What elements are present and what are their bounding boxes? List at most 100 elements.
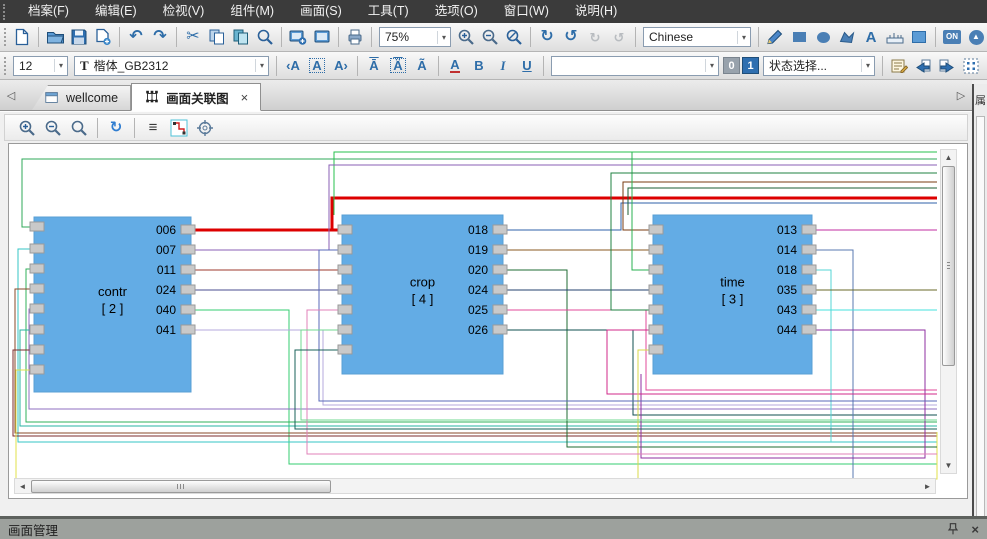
output-pin[interactable] (802, 245, 816, 254)
input-pin[interactable] (338, 325, 352, 334)
scroll-right-button[interactable]: ► (920, 479, 935, 494)
node-link-view-button[interactable] (167, 116, 191, 140)
zoom-out-button[interactable] (478, 25, 502, 49)
input-pin[interactable] (30, 304, 44, 313)
right-dock-strip[interactable]: 属 (972, 84, 987, 519)
pump-component-button[interactable]: ▲ (964, 25, 987, 49)
apply-to-screen-button[interactable] (983, 54, 987, 78)
underline-button[interactable]: U (515, 54, 539, 78)
input-pin[interactable] (338, 265, 352, 274)
ellipse-tool-button[interactable] (811, 25, 835, 49)
relationship-canvas[interactable]: 006007011024040041contr[ 2 ]018019020024… (8, 143, 968, 499)
input-pin[interactable] (649, 285, 663, 294)
text-content-combobox[interactable]: ▾ (551, 56, 719, 76)
font-color-button[interactable]: A (443, 54, 467, 78)
next-state-button[interactable] (935, 54, 959, 78)
input-pin[interactable] (338, 305, 352, 314)
panel-close-button[interactable]: × (971, 522, 979, 537)
previous-state-button[interactable] (911, 54, 935, 78)
polygon-tool-button[interactable] (835, 25, 859, 49)
state-selector-combobox[interactable]: 状态选择... ▾ (763, 56, 875, 76)
italic-button[interactable]: I (491, 54, 515, 78)
scroll-up-button[interactable]: ▲ (941, 150, 956, 165)
input-pin[interactable] (649, 225, 663, 234)
bit-lamp-button[interactable]: ON (940, 25, 964, 49)
find-button[interactable] (253, 25, 277, 49)
input-pin[interactable] (30, 222, 44, 231)
text-tool-button[interactable]: A (859, 25, 883, 49)
rectangle-tool-button[interactable] (787, 25, 811, 49)
diagram-zoom-in-button[interactable] (15, 116, 39, 140)
open-file-button[interactable] (43, 25, 67, 49)
zoom-level-combobox[interactable]: 75% ▾ (379, 27, 451, 47)
scroll-left-button[interactable]: ◄ (15, 479, 30, 494)
rotate-ccw-button[interactable]: ↺ (559, 25, 583, 49)
menu-screen[interactable]: 画面(S) (287, 0, 355, 23)
output-pin[interactable] (181, 305, 195, 314)
pin-icon[interactable] (945, 521, 961, 537)
input-pin[interactable] (30, 284, 44, 293)
save-button[interactable] (67, 25, 91, 49)
output-pin[interactable] (802, 325, 816, 334)
redo-button[interactable]: ↷ (148, 25, 172, 49)
font-family-combobox[interactable]: T 楷体_GB2312 ▾ (74, 56, 269, 76)
input-pin[interactable] (30, 345, 44, 354)
output-pin[interactable] (493, 225, 507, 234)
layout-lines-button[interactable]: ≡ (141, 116, 165, 140)
zoom-reset-button[interactable] (502, 25, 526, 49)
grid-snap-button[interactable] (959, 54, 983, 78)
tab-scroll-right-button[interactable]: ▷ (954, 89, 968, 102)
input-pin[interactable] (338, 345, 352, 354)
output-pin[interactable] (493, 245, 507, 254)
diagram-zoom-out-button[interactable] (41, 116, 65, 140)
input-pin[interactable] (338, 285, 352, 294)
language-combobox[interactable]: Chinese ▾ (643, 27, 751, 47)
output-pin[interactable] (493, 325, 507, 334)
open-screen-button[interactable] (310, 25, 334, 49)
input-pin[interactable] (30, 325, 44, 334)
input-pin[interactable] (338, 245, 352, 254)
hspacing-decrease-button[interactable]: ‹A (281, 54, 305, 78)
menu-window[interactable]: 窗口(W) (491, 0, 562, 23)
menubar-grip[interactable] (3, 4, 9, 20)
tab-wellcome[interactable]: wellcome (32, 85, 131, 110)
output-pin[interactable] (802, 265, 816, 274)
output-pin[interactable] (802, 225, 816, 234)
scroll-down-button[interactable]: ▼ (941, 458, 956, 473)
input-pin[interactable] (649, 305, 663, 314)
tab-close-button[interactable]: × (241, 90, 249, 105)
diagram-zoom-button[interactable] (67, 116, 91, 140)
output-pin[interactable] (181, 245, 195, 254)
scale-tool-button[interactable] (883, 25, 907, 49)
copy-button[interactable] (205, 25, 229, 49)
input-pin[interactable] (338, 225, 352, 234)
menu-help[interactable]: 说明(H) (562, 0, 630, 23)
output-pin[interactable] (802, 305, 816, 314)
toolbar-grip[interactable] (4, 57, 6, 75)
valign-middle-button[interactable]: Ä (386, 54, 410, 78)
vertical-scroll-thumb[interactable] (942, 166, 955, 366)
output-pin[interactable] (181, 285, 195, 294)
rotate-ccw-disabled-button[interactable]: ↺ (607, 25, 631, 49)
new-file-button[interactable] (10, 25, 34, 49)
rotate-cw-button[interactable]: ↻ (535, 25, 559, 49)
menu-tools[interactable]: 工具(T) (355, 0, 422, 23)
font-size-combobox[interactable]: 12 ▾ (13, 56, 68, 76)
input-pin[interactable] (30, 244, 44, 253)
new-screen-button[interactable] (286, 25, 310, 49)
output-pin[interactable] (802, 285, 816, 294)
state-1-button[interactable]: 1 (742, 57, 759, 74)
horizontal-scrollbar[interactable]: ◄ ► (14, 478, 936, 494)
output-pin[interactable] (493, 265, 507, 274)
input-pin[interactable] (30, 264, 44, 273)
menu-options[interactable]: 选项(O) (422, 0, 491, 23)
line-tool-button[interactable] (763, 25, 787, 49)
tab-relationship-map[interactable]: 画面关联图 × (131, 83, 261, 111)
table-tool-button[interactable] (907, 25, 931, 49)
input-pin[interactable] (649, 265, 663, 274)
menu-view[interactable]: 检视(V) (150, 0, 218, 23)
output-pin[interactable] (493, 285, 507, 294)
hspacing-auto-button[interactable]: A (305, 54, 329, 78)
print-button[interactable] (343, 25, 367, 49)
paste-button[interactable] (229, 25, 253, 49)
